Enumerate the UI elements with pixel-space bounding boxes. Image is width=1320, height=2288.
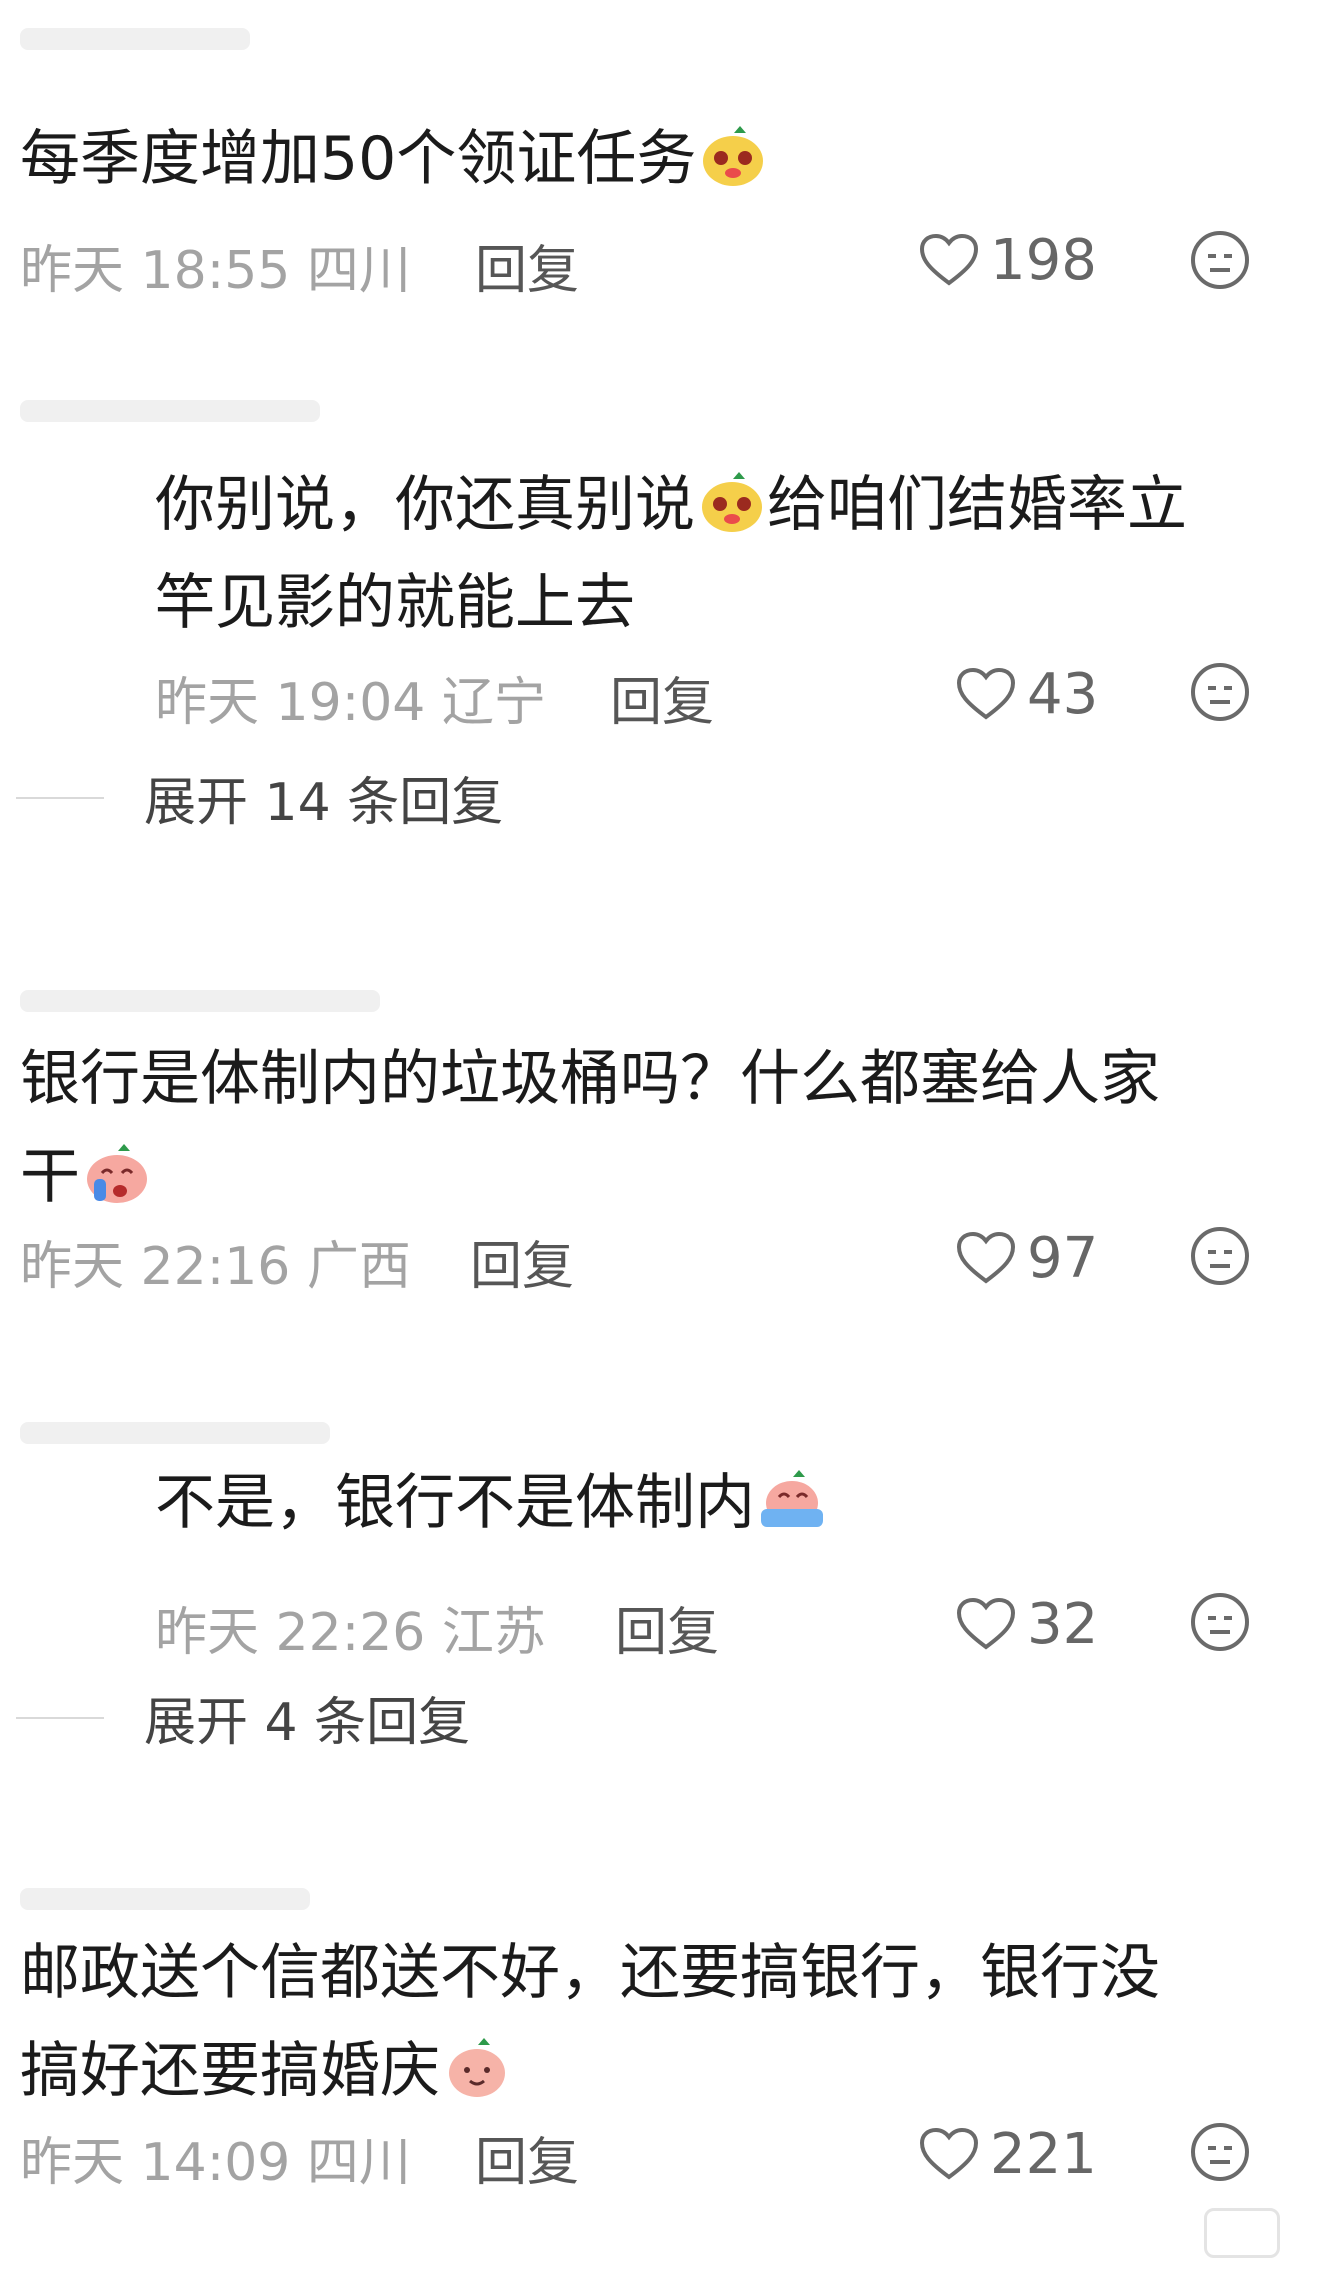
heart-icon (919, 233, 979, 285)
meh-face-icon[interactable] (1190, 662, 1250, 722)
peach-smile-emoji (449, 2038, 505, 2097)
heart-icon (956, 1597, 1016, 1649)
comment-text: 你别说，你还真别说 给咱们结婚率立 竿见影的就能上去 (155, 470, 1187, 638)
reply-button[interactable]: 回复 (475, 2120, 579, 2195)
expand-replies-button[interactable]: 展开 4 条回复 (16, 1680, 470, 1755)
timestamp-location: 昨天 22:16 广西 (20, 1237, 411, 1297)
timestamp-location: 昨天 18:55 四川 (20, 241, 411, 301)
timestamp-location: 昨天 22:26 江苏 (155, 1603, 546, 1663)
username-blurred[interactable] (20, 1888, 310, 1910)
expand-label: 展开 14 条回复 (144, 773, 504, 833)
like-count: 43 (1027, 662, 1099, 727)
comment-text: 每季度增加50个领证任务 (20, 110, 768, 208)
username-blurred[interactable] (20, 1422, 330, 1444)
like-count: 32 (1027, 1592, 1099, 1657)
like-count: 198 (990, 228, 1097, 293)
meh-face-icon[interactable] (1190, 230, 1250, 290)
comment-text: 不是，银行不是体制内 (155, 1454, 827, 1552)
reply-button[interactable]: 回复 (475, 228, 579, 303)
pear-face-emoji (703, 126, 764, 186)
expand-label: 展开 4 条回复 (144, 1693, 471, 1753)
pear-face-emoji (702, 472, 762, 532)
like-button[interactable]: 198 (918, 228, 1097, 293)
heart-icon (956, 667, 1016, 719)
username-blurred[interactable] (20, 400, 320, 422)
heart-icon (919, 2127, 979, 2179)
like-count: 221 (990, 2122, 1097, 2187)
divider-line (16, 1716, 104, 1719)
like-button[interactable]: 32 (955, 1592, 1098, 1657)
like-count: 97 (1027, 1226, 1099, 1291)
reply-button[interactable]: 回复 (615, 1590, 719, 1665)
meh-face-icon[interactable] (1190, 2122, 1250, 2182)
username-blurred[interactable] (20, 990, 380, 1012)
username-blurred[interactable] (20, 28, 250, 50)
comment-text: 邮政送个信都送不好，还要搞银行，银行没 搞好还要搞婚庆 (20, 1938, 1160, 2106)
meh-face-icon[interactable] (1190, 1226, 1250, 1286)
heart-icon (956, 1231, 1016, 1283)
comment-text: 银行是体制内的垃圾桶吗？什么都塞给人家 干 (20, 1044, 1160, 1212)
like-button[interactable]: 43 (955, 662, 1098, 727)
watermark-logo (1204, 2208, 1280, 2258)
like-button[interactable]: 221 (918, 2122, 1097, 2187)
crying-peach-emoji (87, 1144, 147, 1203)
tearful-peach-emoji (761, 1470, 823, 1527)
timestamp-location: 昨天 19:04 辽宁 (155, 673, 546, 733)
reply-button[interactable]: 回复 (610, 660, 714, 735)
timestamp-location: 昨天 14:09 四川 (20, 2133, 411, 2193)
reply-button[interactable]: 回复 (470, 1224, 574, 1299)
meh-face-icon[interactable] (1190, 1592, 1250, 1652)
divider-line (16, 796, 104, 799)
expand-replies-button[interactable]: 展开 14 条回复 (16, 760, 503, 835)
like-button[interactable]: 97 (955, 1226, 1098, 1291)
